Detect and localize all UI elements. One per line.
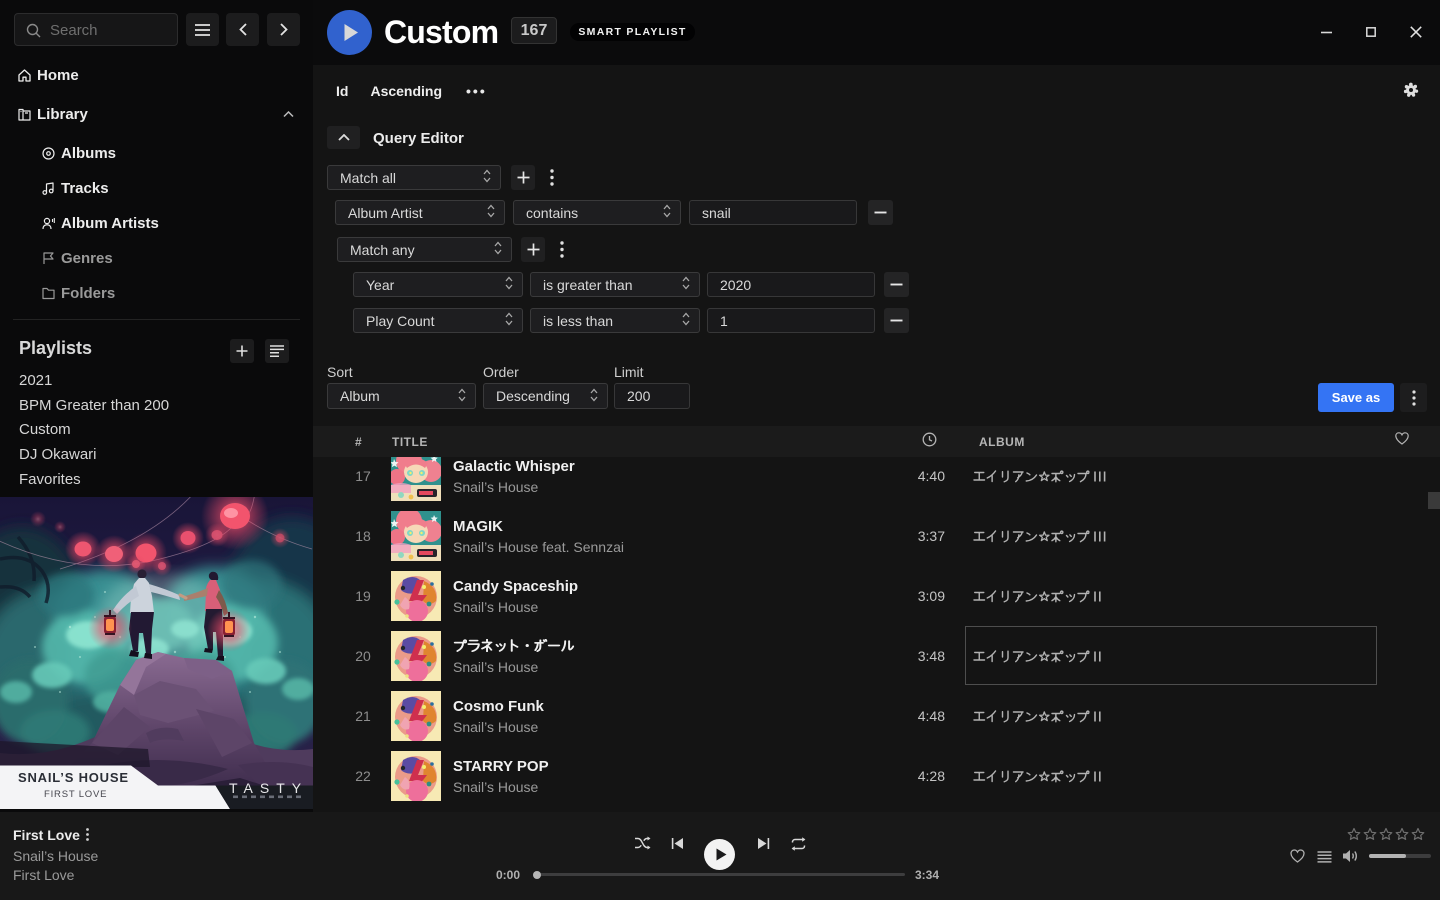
- svg-text:FIRST LOVE: FIRST LOVE: [44, 789, 107, 800]
- svg-text:TASTY: TASTY: [229, 780, 308, 796]
- svg-text:SNAIL’S HOUSE: SNAIL’S HOUSE: [18, 770, 129, 785]
